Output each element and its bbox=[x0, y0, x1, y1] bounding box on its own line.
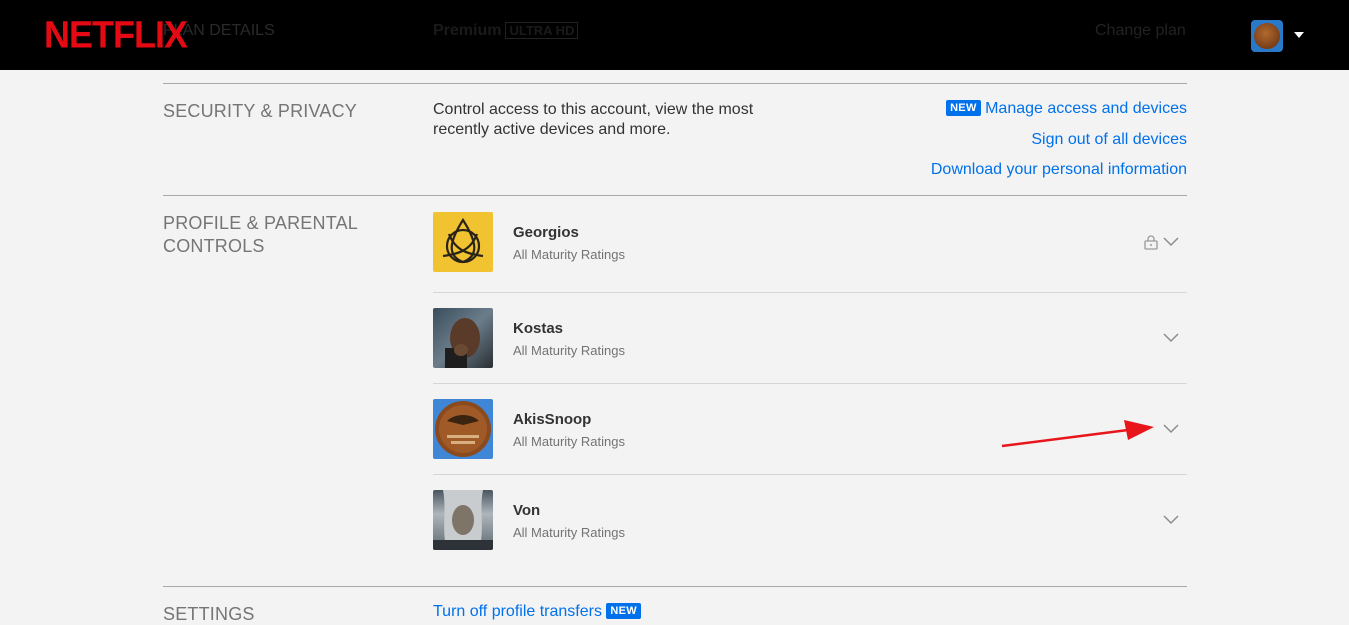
plan-quality-badge: ULTRA HD bbox=[505, 22, 579, 39]
plan-value: Premium ULTRA HD bbox=[433, 22, 579, 40]
chevron-down-icon[interactable] bbox=[1163, 424, 1179, 434]
profile-rating: All Maturity Ratings bbox=[513, 247, 625, 262]
profile-name: Georgios bbox=[513, 224, 579, 241]
caret-down-icon[interactable] bbox=[1294, 32, 1304, 38]
security-description: Control access to this account, view the… bbox=[433, 101, 754, 138]
new-badge: NEW bbox=[946, 100, 981, 116]
profile-avatar-karate-emblem-icon bbox=[433, 399, 493, 459]
chevron-down-icon[interactable] bbox=[1163, 515, 1179, 525]
download-personal-info-link[interactable]: Download your personal information bbox=[931, 161, 1187, 179]
profile-row-von[interactable]: Von All Maturity Ratings bbox=[433, 475, 1187, 566]
lock-icon bbox=[1144, 235, 1158, 250]
profile-avatar-triquetra-icon bbox=[433, 212, 493, 272]
profile-row-kostas[interactable]: Kostas All Maturity Ratings bbox=[433, 293, 1187, 384]
profile-rating: All Maturity Ratings bbox=[513, 343, 625, 358]
manage-access-label: Manage access and devices bbox=[985, 100, 1187, 117]
turn-off-profile-transfers-link[interactable]: Turn off profile transfers NEW bbox=[433, 603, 641, 621]
profile-row-georgios[interactable]: Georgios All Maturity Ratings bbox=[433, 212, 1187, 293]
security-privacy-title: SECURITY & PRIVACY bbox=[163, 101, 357, 121]
change-plan-link[interactable]: Change plan bbox=[1095, 22, 1186, 40]
profile-name: Kostas bbox=[513, 320, 564, 337]
profile-name: Von bbox=[513, 502, 541, 519]
profile-transfers-label: Turn off profile transfers bbox=[433, 603, 602, 620]
section-divider bbox=[163, 195, 1187, 196]
manage-access-link[interactable]: NEW Manage access and devices bbox=[946, 100, 1187, 118]
profile-parental-title-line1: PROFILE & PARENTAL bbox=[163, 213, 358, 233]
new-badge: NEW bbox=[606, 603, 641, 619]
profile-avatar-portrait-icon bbox=[433, 490, 493, 550]
netflix-logo[interactable]: NETFLIX bbox=[44, 13, 188, 57]
profile-name: AkisSnoop bbox=[513, 411, 592, 428]
red-arrow-annotation-icon bbox=[1001, 420, 1154, 448]
profile-rating: All Maturity Ratings bbox=[513, 434, 625, 449]
plan-name: Premium bbox=[433, 22, 502, 39]
section-divider bbox=[163, 586, 1187, 587]
avatar-image-icon bbox=[1254, 23, 1280, 49]
chevron-down-icon[interactable] bbox=[1163, 333, 1179, 343]
profile-parental-title: PROFILE & PARENTAL CONTROLS bbox=[163, 212, 358, 258]
profile-parental-title-line2: CONTROLS bbox=[163, 236, 265, 256]
profile-rating: All Maturity Ratings bbox=[513, 525, 625, 540]
sign-out-all-devices-link[interactable]: Sign out of all devices bbox=[1031, 131, 1187, 149]
settings-title: SETTINGS bbox=[163, 604, 255, 624]
chevron-down-icon[interactable] bbox=[1163, 237, 1179, 247]
section-divider bbox=[163, 83, 1187, 84]
top-nav-bar: PLAN DETAILS Premium ULTRA HD Change plan… bbox=[0, 0, 1349, 70]
profile-avatar-portrait-icon bbox=[433, 308, 493, 368]
account-avatar-button[interactable] bbox=[1251, 20, 1283, 52]
